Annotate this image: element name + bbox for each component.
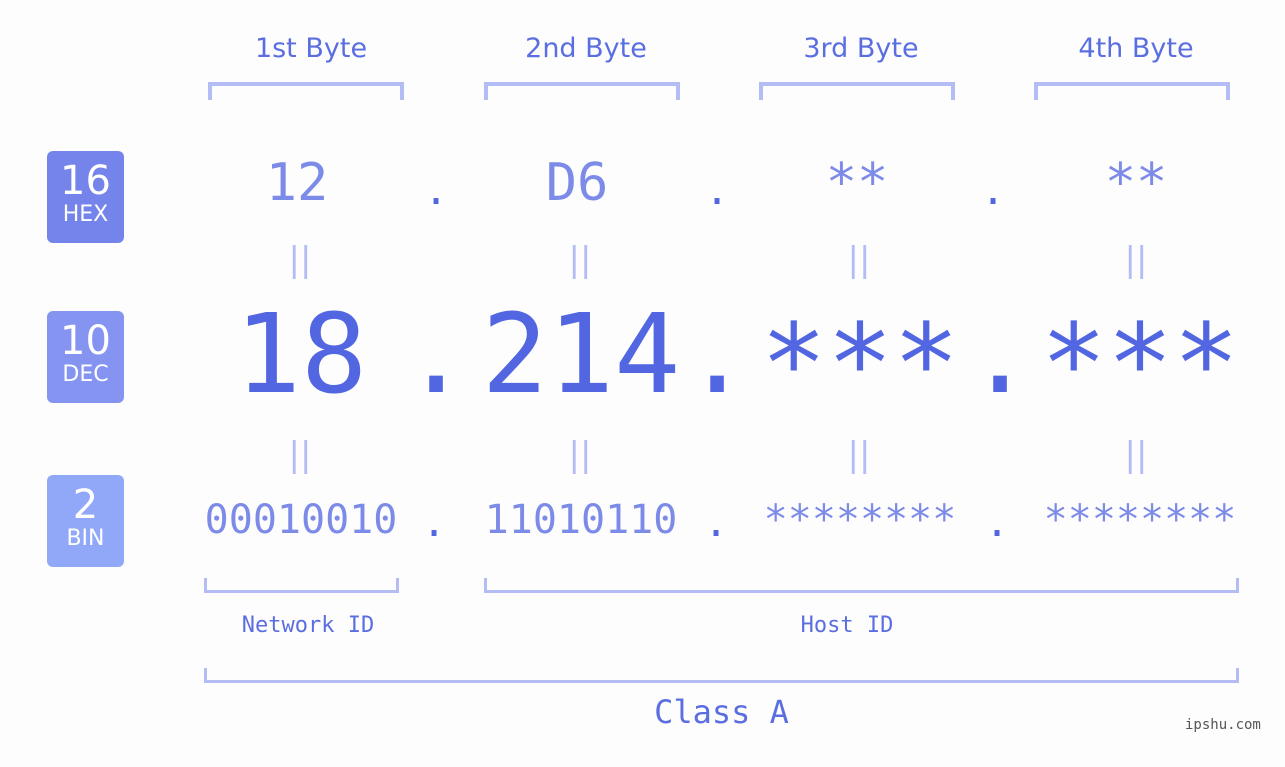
watermark: ipshu.com — [1185, 717, 1261, 733]
equals-icon: || — [568, 435, 592, 475]
hex-byte-1: 12 — [265, 153, 329, 213]
badge-dec: 10 DEC — [47, 311, 124, 403]
bracket-byte-4 — [1034, 82, 1230, 100]
hex-byte-2: D6 — [545, 153, 609, 213]
badge-bin: 2 BIN — [47, 475, 124, 567]
hex-dot-1: . — [423, 168, 449, 214]
bin-dot-1: . — [421, 500, 447, 546]
class-label: Class A — [654, 693, 789, 731]
equals-icon: || — [847, 435, 871, 475]
bin-dot-3: . — [984, 500, 1010, 546]
badge-dec-label: DEC — [62, 362, 109, 387]
badge-hex-label: HEX — [62, 202, 109, 227]
bracket-network-id — [204, 578, 399, 593]
dec-byte-3: *** — [760, 300, 960, 428]
badge-dec-base: 10 — [60, 318, 111, 364]
hex-dot-3: . — [980, 168, 1006, 214]
dec-dot-2: . — [684, 290, 751, 418]
equals-icon: || — [847, 240, 871, 280]
hex-dot-2: . — [704, 168, 730, 214]
hex-byte-3: ** — [825, 153, 889, 213]
bin-byte-4: ******** — [1043, 497, 1237, 543]
header-byte-4: 4th Byte — [1078, 33, 1194, 64]
host-id-label: Host ID — [800, 613, 894, 638]
equals-icon: || — [1124, 240, 1148, 280]
bracket-class — [204, 668, 1239, 683]
header-byte-1: 1st Byte — [254, 33, 368, 64]
bracket-byte-3 — [759, 82, 955, 100]
badge-bin-label: BIN — [66, 526, 105, 551]
bracket-host-id — [484, 578, 1239, 593]
dec-dot-3: . — [967, 290, 1034, 418]
bin-dot-2: . — [703, 500, 729, 546]
bin-byte-3: ******** — [763, 497, 957, 543]
network-id-label: Network ID — [241, 613, 375, 638]
dec-byte-4: *** — [1040, 300, 1240, 428]
bin-byte-1: 00010010 — [204, 497, 398, 543]
header-byte-2: 2nd Byte — [525, 33, 647, 64]
dec-byte-1: 18 — [234, 290, 368, 418]
hex-byte-4: ** — [1104, 153, 1168, 213]
bracket-byte-2 — [484, 82, 680, 100]
dec-byte-2: 214 — [481, 290, 681, 418]
equals-icon: || — [288, 240, 312, 280]
bin-byte-2: 11010110 — [484, 497, 678, 543]
badge-hex-base: 16 — [60, 158, 111, 204]
badge-bin-base: 2 — [72, 482, 99, 528]
badge-hex: 16 HEX — [47, 151, 124, 243]
equals-icon: || — [568, 240, 592, 280]
equals-icon: || — [1124, 435, 1148, 475]
bracket-byte-1 — [208, 82, 404, 100]
equals-icon: || — [288, 435, 312, 475]
header-byte-3: 3rd Byte — [803, 33, 919, 64]
dec-dot-1: . — [403, 290, 470, 418]
